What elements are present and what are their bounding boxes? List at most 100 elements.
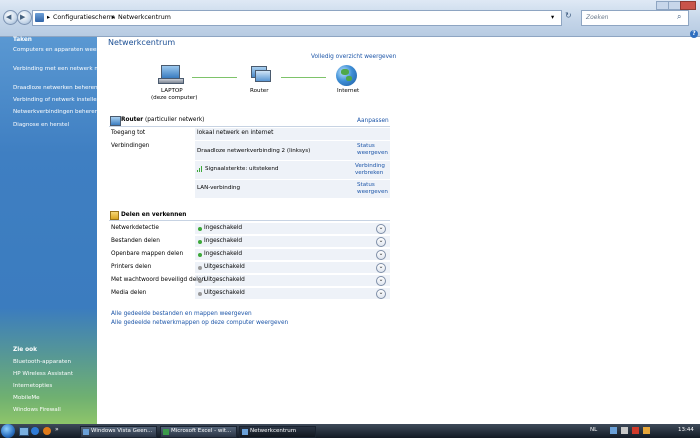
see-also-bluetooth[interactable]: Bluetooth-apparaten: [13, 359, 71, 366]
start-button[interactable]: [1, 424, 15, 438]
sidebar-task-connect[interactable]: Verbinding met een netwerk maken: [13, 66, 113, 73]
sidebar-task-setup[interactable]: Verbinding of netwerk instellen: [13, 97, 100, 104]
quicklaunch-media-icon[interactable]: [43, 427, 51, 435]
address-bar[interactable]: ▸ Configuratiescherm ▸ Netwerkcentrum ▾: [32, 10, 562, 26]
taskbar: » Windows Vista Geen... Microsoft Excel …: [0, 424, 700, 438]
back-arrow-icon: ◀: [6, 13, 12, 21]
shared-files-link[interactable]: Alle gedeelde bestanden en mappen weerge…: [111, 311, 252, 317]
see-also-mobileme[interactable]: MobileMe: [13, 395, 40, 402]
sharing-row-value: Uitgeschakeld: [204, 277, 245, 283]
lan-status-line2: weergeven: [357, 189, 388, 195]
access-value: lokaal netwerk en internet: [197, 130, 274, 136]
router-icon[interactable]: [248, 66, 271, 84]
sidebar-task-manage-connections[interactable]: Netwerkverbindingen beheren: [13, 109, 98, 116]
access-label: Toegang tot: [111, 130, 146, 136]
status-enabled-icon: [198, 227, 202, 231]
expand-chevron-icon[interactable]: ⌄: [376, 289, 386, 299]
quicklaunch-ie-icon[interactable]: [31, 427, 39, 435]
sharing-row-label: Bestanden delen: [111, 238, 160, 244]
forward-arrow-icon: ▶: [20, 13, 26, 21]
taskbar-button-network-center[interactable]: Netwerkcentrum: [239, 426, 316, 438]
network-name-text: Router: [121, 117, 144, 123]
address-dropdown-icon[interactable]: ▾: [551, 14, 554, 21]
sidebar-task-wireless[interactable]: Draadloze netwerken beheren: [13, 85, 98, 92]
sidebar-task-computers[interactable]: Computers en apparaten weergeven: [13, 47, 116, 54]
tray-security-icon[interactable]: [632, 427, 639, 434]
expand-chevron-icon[interactable]: ⌄: [376, 250, 386, 260]
expand-chevron-icon[interactable]: ⌄: [376, 263, 386, 273]
breadcrumb-network-center[interactable]: Netwerkcentrum: [118, 14, 171, 21]
excel-icon: [163, 429, 169, 435]
router-label: Router: [250, 88, 269, 94]
language-indicator[interactable]: NL: [590, 427, 597, 433]
connection-line-2: [281, 77, 326, 78]
see-also-firewall[interactable]: Windows Firewall: [13, 407, 61, 414]
expand-chevron-icon[interactable]: ⌄: [376, 224, 386, 234]
close-button[interactable]: [680, 1, 696, 10]
wireless-status-link[interactable]: Status weergeven: [357, 143, 388, 157]
window-controls: [656, 1, 696, 10]
connection-line-1: [192, 77, 237, 78]
disconnect-line1: Verbinding: [355, 163, 385, 169]
laptop-icon: [158, 65, 184, 85]
wireless-status-line1: Status: [357, 143, 375, 149]
expand-chevron-icon[interactable]: ⌄: [376, 276, 386, 286]
status-disabled-icon: [198, 279, 202, 283]
full-map-link[interactable]: Volledig overzicht weergeven: [311, 54, 396, 60]
sharing-icon: [110, 211, 119, 220]
disconnect-link[interactable]: Verbinding verbreken: [355, 163, 385, 177]
status-enabled-icon: [198, 240, 202, 244]
tray-network-icon[interactable]: [610, 427, 617, 434]
status-disabled-icon: [198, 266, 202, 270]
tray-battery-icon[interactable]: [643, 427, 650, 434]
shared-folders-link[interactable]: Alle gedeelde netwerkmappen op deze comp…: [111, 320, 288, 326]
signal-strength-text: Signaalsterkte: uitstekend: [205, 166, 279, 172]
see-also-heading: Zie ook: [13, 347, 37, 353]
taskbar-button-label: Windows Vista Geen...: [91, 428, 153, 434]
network-name: Router (particulier netwerk): [121, 117, 204, 123]
taskbar-button-label: Netwerkcentrum: [250, 428, 297, 434]
network-divider: [109, 126, 390, 127]
connections-label: Verbindingen: [111, 143, 150, 149]
see-also-hp-wireless[interactable]: HP Wireless Assistant: [13, 371, 73, 378]
sharing-row-label: Met wachtwoord beveiligd delen: [111, 277, 206, 283]
sharing-row-label: Media delen: [111, 290, 147, 296]
breadcrumb-separator-icon[interactable]: ▸: [47, 14, 50, 21]
connection-lan-name: LAN-verbinding: [197, 185, 241, 191]
search-icon[interactable]: ⌕: [677, 12, 681, 22]
connection-wireless-name: Draadloze netwerkverbinding 2 (linksys): [197, 148, 311, 154]
expand-chevron-icon[interactable]: ⌄: [376, 237, 386, 247]
taskbar-button-excel[interactable]: Microsoft Excel - wit...: [160, 426, 237, 438]
refresh-icon[interactable]: ↻: [565, 11, 572, 20]
sharing-row-value: Uitgeschakeld: [204, 290, 245, 296]
tray-clock[interactable]: 13:44: [678, 427, 694, 433]
breadcrumb-separator-icon[interactable]: ▸: [112, 14, 115, 21]
breadcrumb-control-panel[interactable]: Configuratiescherm: [53, 14, 115, 21]
globe-icon[interactable]: [336, 65, 357, 86]
status-enabled-icon: [198, 253, 202, 257]
row-divider: [195, 179, 390, 180]
customize-link[interactable]: Aanpassen: [357, 118, 389, 124]
laptop-sublabel: (deze computer): [151, 95, 198, 101]
lan-status-link[interactable]: Status weergeven: [357, 182, 388, 196]
taskbar-button-vista[interactable]: Windows Vista Geen...: [80, 426, 157, 438]
sidebar-task-diagnose[interactable]: Diagnose en herstel: [13, 122, 69, 129]
quicklaunch-desktop-icon[interactable]: [19, 427, 29, 436]
help-icon[interactable]: ?: [690, 30, 698, 38]
wireless-status-line2: weergeven: [357, 150, 388, 156]
sharing-row-label: Openbare mappen delen: [111, 251, 184, 257]
sharing-row-value: Ingeschakeld: [204, 251, 243, 257]
back-button[interactable]: ◀: [3, 10, 18, 25]
sharing-row-label: Printers delen: [111, 264, 152, 270]
page-title: Netwerkcentrum: [108, 38, 176, 47]
forward-button[interactable]: ▶: [17, 10, 32, 25]
search-input[interactable]: Zoeken ⌕: [581, 10, 689, 26]
tray-volume-icon[interactable]: [621, 427, 628, 434]
quicklaunch-more-icon[interactable]: »: [55, 426, 59, 433]
network-type-text: (particulier netwerk): [144, 117, 205, 123]
lan-status-line1: Status: [357, 182, 375, 188]
row-divider: [195, 160, 390, 161]
tasks-heading: Taken: [13, 37, 32, 43]
network-center-icon: [242, 429, 248, 435]
see-also-internet-options[interactable]: Internetopties: [13, 383, 52, 390]
